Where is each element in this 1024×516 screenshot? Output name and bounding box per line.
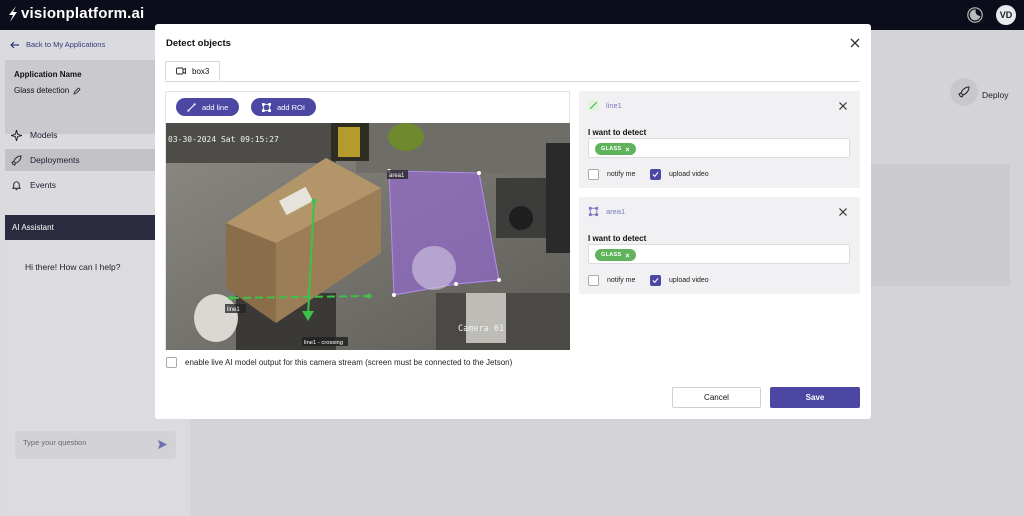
rule-name: area1 (606, 207, 626, 216)
crossing-label: line1 - crossing (304, 340, 343, 346)
save-button[interactable]: Save (770, 387, 860, 408)
send-icon[interactable] (157, 439, 168, 450)
upload-checkbox[interactable] (650, 169, 661, 180)
notify-checkbox[interactable] (588, 169, 599, 180)
live-output-checkbox[interactable] (166, 357, 177, 368)
notify-option: notify me (588, 169, 635, 180)
application-name: Glass detection (14, 86, 81, 95)
modal-title: Detect objects (166, 38, 231, 49)
back-link[interactable]: Back to My Applications (10, 40, 105, 49)
content-card (870, 164, 1010, 286)
deploy-area: Deploy (870, 70, 1024, 110)
ai-question-input[interactable] (23, 438, 143, 447)
rocket-icon (958, 86, 970, 98)
user-avatar[interactable]: VD (996, 5, 1016, 25)
camera-editor: add line add ROI area1 line1 line1 - cro… (165, 91, 570, 350)
tab-divider (165, 81, 860, 82)
tag-remove-icon[interactable] (625, 253, 630, 258)
sparkle-icon (11, 129, 22, 141)
sidebar-item-label: Events (30, 180, 56, 190)
add-roi-label: add ROI (277, 102, 305, 112)
sidebar-item-label: Models (30, 130, 58, 140)
video-camera-icon (176, 67, 186, 75)
upload-option: upload video (650, 169, 709, 180)
tab-box3[interactable]: box3 (165, 61, 221, 81)
detect-classes-input[interactable]: GLASS (588, 244, 850, 264)
class-tag-label: GLASS (601, 252, 622, 258)
live-output-row: enable live AI model output for this cam… (166, 357, 512, 368)
remove-rule-icon[interactable] (838, 101, 848, 111)
notify-option: notify me (588, 275, 635, 286)
deploy-label[interactable]: Deploy (982, 90, 1008, 100)
close-icon[interactable] (849, 37, 861, 49)
notify-label: notify me (607, 277, 636, 284)
camera-name: Camera 01 (458, 324, 504, 334)
ai-question-box (15, 431, 176, 459)
check-icon (652, 171, 659, 178)
roi-tool-icon (262, 102, 271, 112)
add-roi-button[interactable]: add ROI (251, 98, 316, 116)
detect-classes-input[interactable]: GLASS (588, 138, 850, 158)
camera-stream[interactable]: area1 line1 line1 - crossing 03-30-2024 … (166, 123, 570, 350)
upload-label: upload video (669, 277, 709, 284)
arrow-left-icon (10, 41, 19, 48)
brand-name: visionplatform.ai (21, 5, 145, 22)
notify-label: notify me (607, 171, 636, 178)
upload-label: upload video (669, 171, 709, 178)
logo-mark-icon (9, 5, 17, 22)
rule-card-line1: line1 I want to detect GLASS notify me u… (579, 91, 860, 188)
back-link-label: Back to My Applications (26, 40, 106, 49)
rule-name: line1 (606, 101, 622, 110)
line-tool-icon (187, 102, 196, 112)
notify-checkbox[interactable] (588, 275, 599, 286)
application-name-value: Glass detection (14, 86, 70, 95)
camera-frame-image: area1 line1 line1 - crossing 03-30-2024 … (166, 123, 570, 350)
ai-greeting: Hi there! How can I help? (25, 262, 121, 272)
line-label: line1 (227, 307, 240, 313)
application-name-label: Application Name (14, 70, 82, 79)
rule-header: line1 (588, 100, 622, 111)
cancel-button[interactable]: Cancel (672, 387, 761, 408)
zone-label: area1 (389, 173, 405, 179)
live-output-label: enable live AI model output for this cam… (185, 358, 513, 367)
bell-icon (11, 180, 22, 190)
line-tool-icon (588, 100, 599, 111)
tab-label: box3 (192, 66, 210, 76)
sidebar-item-label: Deployments (30, 155, 80, 165)
brand-logo[interactable]: visionplatform.ai (8, 5, 144, 22)
pencil-icon[interactable] (73, 86, 81, 95)
theme-toggle-icon[interactable] (966, 6, 984, 24)
class-tag: GLASS (595, 143, 637, 155)
deploy-button[interactable] (950, 78, 978, 106)
detect-label: I want to detect (588, 128, 647, 137)
class-tag: GLASS (595, 249, 637, 261)
add-line-button[interactable]: add line (176, 98, 240, 116)
check-icon (652, 277, 659, 284)
detect-label: I want to detect (588, 234, 647, 243)
detect-objects-modal: Detect objects box3 add line add ROI are… (155, 24, 871, 419)
camera-timestamp: 03-30-2024 Sat 09:15:27 (168, 135, 279, 144)
add-line-label: add line (202, 102, 229, 112)
rule-card-area1: area1 I want to detect GLASS notify me u… (579, 197, 860, 294)
rocket-icon (11, 154, 22, 166)
tag-remove-icon[interactable] (625, 147, 630, 152)
upload-checkbox[interactable] (650, 275, 661, 286)
class-tag-label: GLASS (601, 146, 622, 152)
remove-rule-icon[interactable] (838, 207, 848, 217)
roi-tool-icon (588, 206, 599, 217)
upload-option: upload video (650, 275, 709, 286)
rule-header: area1 (588, 206, 625, 217)
